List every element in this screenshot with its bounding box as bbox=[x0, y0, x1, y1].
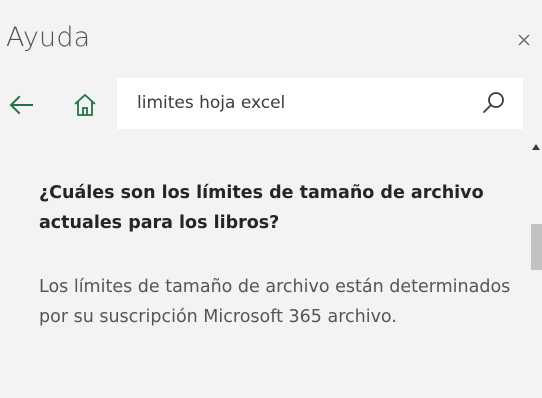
search-input[interactable] bbox=[137, 86, 467, 120]
scrollbar[interactable] bbox=[530, 142, 542, 398]
search-button[interactable] bbox=[479, 88, 509, 118]
help-article: ¿Cuáles son los límites de tamaño de arc… bbox=[0, 142, 528, 398]
search-box bbox=[117, 78, 523, 129]
scroll-up-arrow-icon bbox=[532, 144, 540, 150]
scroll-thumb[interactable] bbox=[531, 224, 542, 270]
search-icon bbox=[483, 92, 504, 113]
pane-title: Ayuda bbox=[6, 22, 91, 53]
help-pane: Ayuda ¿Cuáles son los l bbox=[0, 0, 542, 398]
arrow-left-icon bbox=[9, 95, 33, 115]
close-icon bbox=[518, 34, 530, 46]
home-icon bbox=[74, 93, 96, 116]
article-answer: Los límites de tamaño de archivo están d… bbox=[39, 277, 511, 327]
navigation-bar bbox=[0, 78, 542, 132]
home-button[interactable] bbox=[70, 90, 100, 120]
scroll-up-button[interactable] bbox=[531, 142, 541, 152]
close-button[interactable] bbox=[514, 30, 534, 50]
article-question[interactable]: ¿Cuáles son los límites de tamaño de arc… bbox=[39, 178, 519, 238]
back-button[interactable] bbox=[6, 90, 36, 120]
